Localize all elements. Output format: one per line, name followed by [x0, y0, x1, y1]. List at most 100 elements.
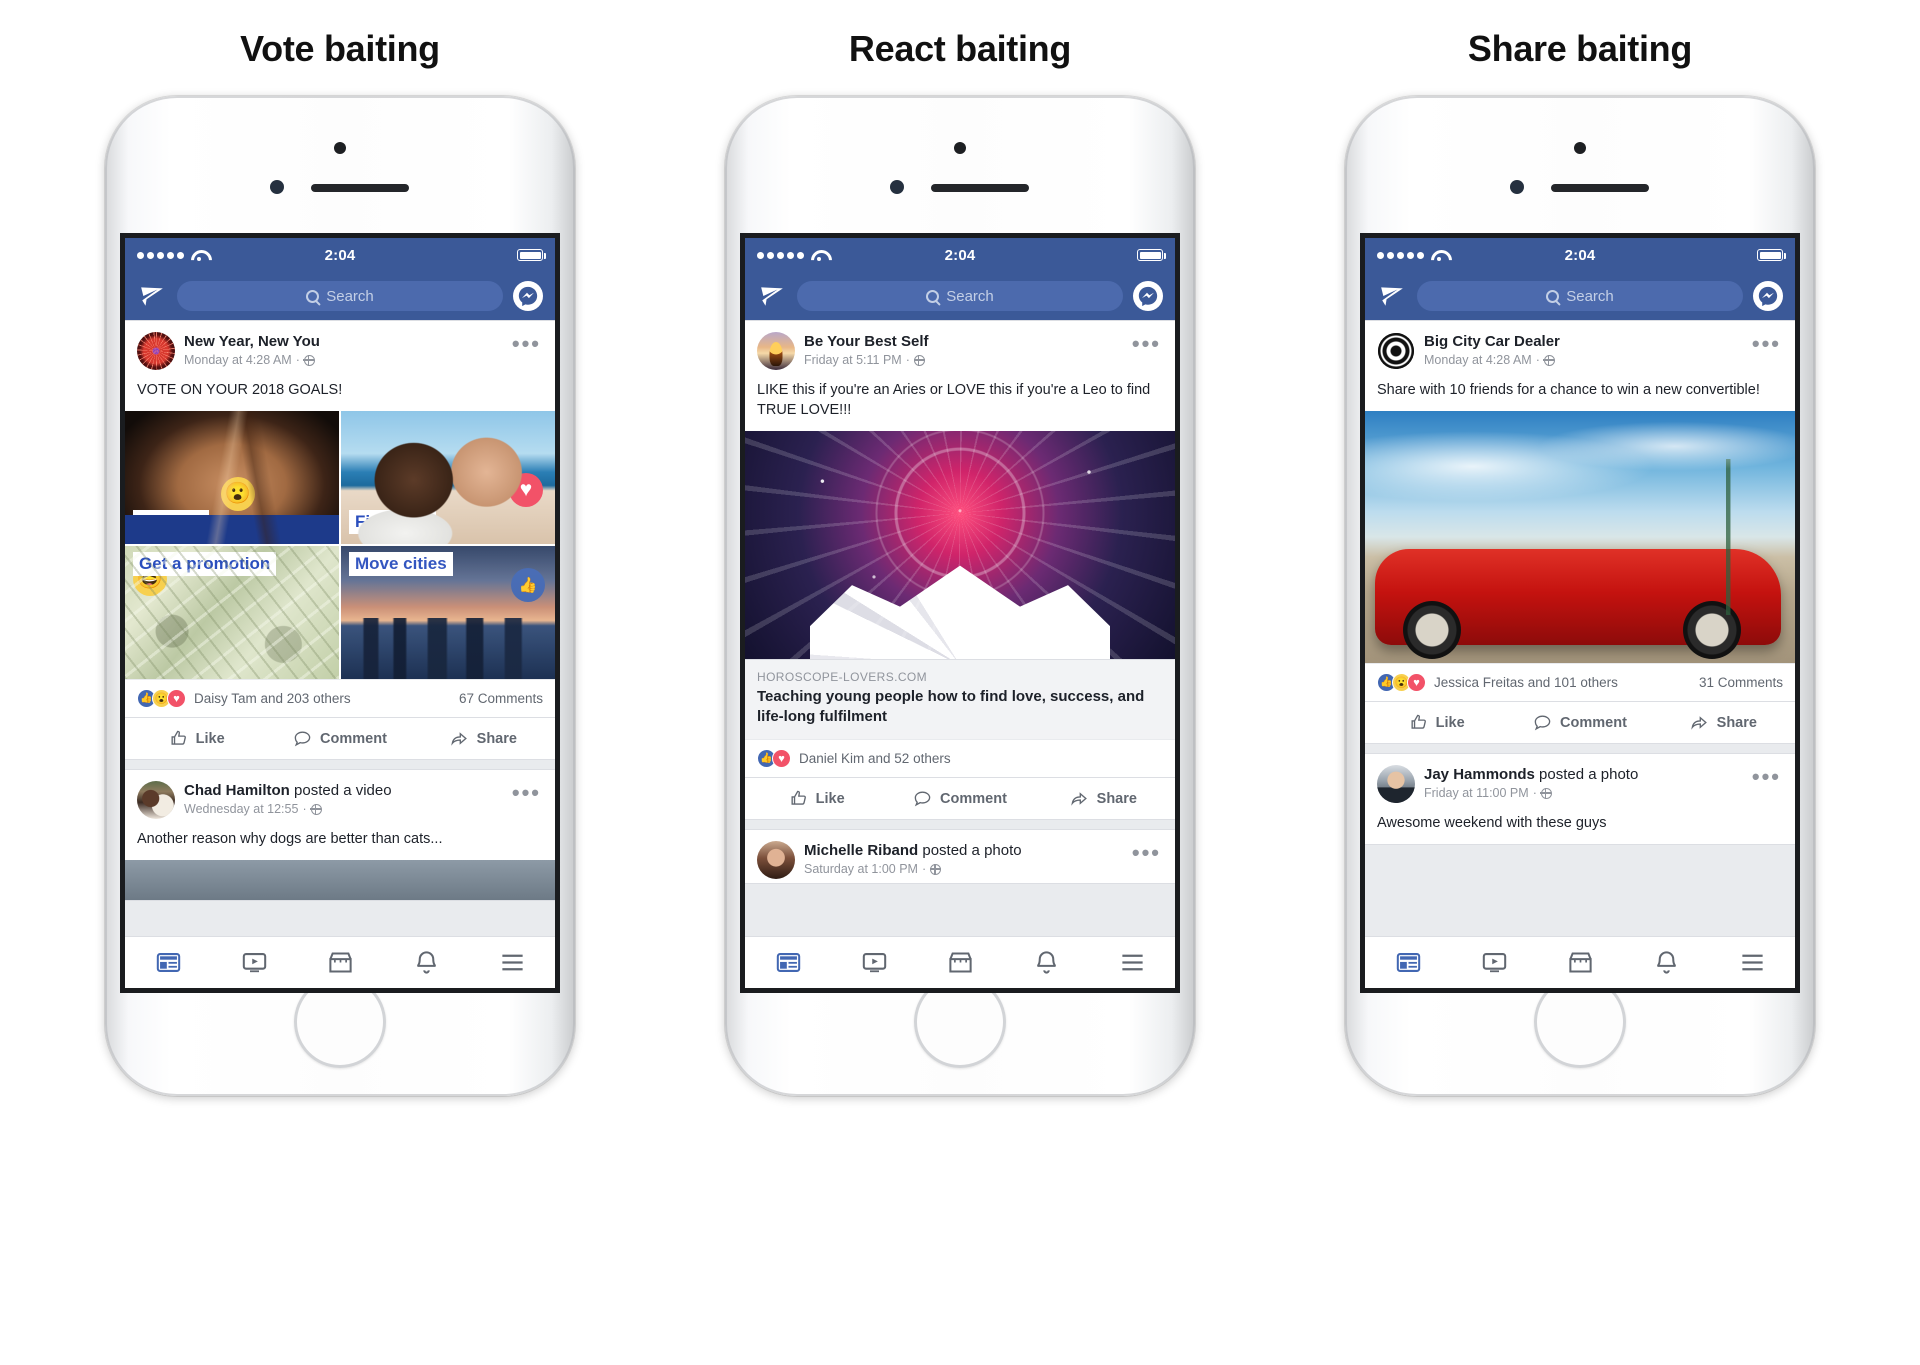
share-button[interactable]: Share [1032, 778, 1175, 819]
vote-tile[interactable]: ♥ Find love [341, 411, 555, 544]
reactor-names[interactable]: Daniel Kim and 52 others [799, 751, 1155, 766]
tab-menu[interactable] [1709, 949, 1795, 976]
home-button[interactable] [294, 976, 386, 1068]
post-card: Be Your Best Self Friday at 5:11 PM · ••… [745, 320, 1175, 820]
post-menu-button[interactable]: ••• [1752, 766, 1781, 788]
vote-tile[interactable]: 😆 Get a promotion [125, 546, 339, 679]
search-input[interactable]: Search [1417, 281, 1743, 311]
reaction-cluster[interactable]: 👍 😮 ♥ [1377, 673, 1426, 692]
avatar[interactable] [757, 841, 795, 879]
post-author[interactable]: Michelle Riband posted a photo [804, 842, 1163, 860]
post-timestamp-row: Saturday at 1:00 PM · [804, 861, 1163, 878]
home-button[interactable] [1534, 976, 1626, 1068]
like-button[interactable]: Like [1365, 702, 1508, 743]
reaction-cluster[interactable]: 👍 😮 ♥ [137, 689, 186, 708]
reactor-names[interactable]: Daisy Tam and 203 others [194, 691, 451, 706]
post-video-thumbnail[interactable] [125, 860, 555, 900]
news-feed[interactable]: New Year, New You Monday at 4:28 AM · ••… [125, 320, 555, 936]
tab-menu[interactable] [1089, 949, 1175, 976]
phone-screen: 2:04 Search [125, 238, 555, 988]
like-button[interactable]: Like [745, 778, 888, 819]
comment-button[interactable]: Comment [888, 778, 1031, 819]
post-text: LIKE this if you're an Aries or LOVE thi… [757, 382, 1151, 418]
paper-plane-icon[interactable] [137, 283, 167, 309]
link-preview-card[interactable]: HOROSCOPE-LOVERS.COM Teaching young peop… [745, 659, 1175, 739]
post-image[interactable] [1365, 411, 1795, 663]
reaction-cluster[interactable]: 👍 ♥ [757, 749, 791, 768]
post-menu-button[interactable]: ••• [512, 782, 541, 804]
post-actions: Like Comment Share [1365, 701, 1795, 743]
post-author[interactable]: New Year, New You [184, 333, 543, 351]
post-card: Michelle Riband posted a photo Saturday … [745, 829, 1175, 884]
engagement-bar: 👍 😮 ♥ Jessica Freitas and 101 others 31 … [1365, 663, 1795, 701]
tab-watch[interactable] [211, 949, 297, 976]
news-feed[interactable]: Be Your Best Self Friday at 5:11 PM · ••… [745, 320, 1175, 936]
reactor-names[interactable]: Jessica Freitas and 101 others [1434, 675, 1691, 690]
tab-notifications[interactable] [383, 949, 469, 976]
tab-news-feed[interactable] [125, 949, 211, 976]
search-input[interactable]: Search [177, 281, 503, 311]
post-card: New Year, New You Monday at 4:28 AM · ••… [125, 320, 555, 760]
post-meta: Big City Car Dealer Monday at 4:28 AM · [1424, 332, 1783, 369]
post-author[interactable]: Big City Car Dealer [1424, 333, 1783, 351]
phone-device: 2:04 Search [105, 96, 575, 1096]
post-card: Chad Hamilton posted a video Wednesday a… [125, 769, 555, 901]
comment-count[interactable]: 31 Comments [1699, 675, 1783, 690]
comment-button[interactable]: Comment [268, 718, 411, 759]
tab-marketplace[interactable] [1537, 949, 1623, 976]
post-menu-button[interactable]: ••• [1752, 333, 1781, 355]
home-button[interactable] [914, 976, 1006, 1068]
post-image[interactable] [745, 431, 1175, 659]
post-actions: Like Comment Share [125, 717, 555, 759]
search-icon [926, 289, 940, 303]
tab-news-feed[interactable] [1365, 949, 1451, 976]
thumbs-up-icon [791, 790, 806, 805]
bell-icon [1036, 951, 1056, 974]
post-text: VOTE ON YOUR 2018 GOALS! [137, 382, 343, 398]
paper-plane-icon[interactable] [757, 283, 787, 309]
like-button[interactable]: Like [125, 718, 268, 759]
post-timestamp-row: Friday at 11:00 PM · [1424, 785, 1783, 802]
tab-watch[interactable] [831, 949, 917, 976]
comment-label: Comment [320, 730, 387, 747]
vote-tile[interactable]: 😮 Be fitter [125, 411, 339, 544]
avatar[interactable] [757, 332, 795, 370]
reaction-love-icon: ♥ [772, 749, 791, 768]
tab-marketplace[interactable] [297, 949, 383, 976]
search-input[interactable]: Search [797, 281, 1123, 311]
avatar[interactable] [137, 781, 175, 819]
messenger-button[interactable] [1133, 281, 1163, 311]
avatar[interactable] [1377, 332, 1415, 370]
messenger-icon [1758, 286, 1778, 307]
like-label: Like [815, 790, 845, 807]
vote-tile[interactable]: 👍 Move cities [341, 546, 555, 679]
post-menu-button[interactable]: ••• [1132, 842, 1161, 864]
post-author[interactable]: Be Your Best Self [804, 333, 1163, 351]
tab-menu[interactable] [469, 949, 555, 976]
post-menu-button[interactable]: ••• [512, 333, 541, 355]
post-author[interactable]: Jay Hammonds posted a photo [1424, 766, 1783, 784]
marketplace-store-icon [328, 952, 352, 973]
search-icon [1546, 289, 1560, 303]
tab-news-feed[interactable] [745, 949, 831, 976]
messenger-button[interactable] [1753, 281, 1783, 311]
tab-watch[interactable] [1451, 949, 1537, 976]
paper-plane-icon[interactable] [1377, 283, 1407, 309]
reaction-wow-icon: 😮 [221, 477, 255, 511]
tab-notifications[interactable] [1623, 949, 1709, 976]
messenger-button[interactable] [513, 281, 543, 311]
tab-marketplace[interactable] [917, 949, 1003, 976]
avatar[interactable] [137, 332, 175, 370]
share-button[interactable]: Share [1652, 702, 1795, 743]
share-button[interactable]: Share [412, 718, 555, 759]
avatar[interactable] [1377, 765, 1415, 803]
tab-notifications[interactable] [1003, 949, 1089, 976]
proximity-sensor-icon [890, 180, 904, 194]
news-feed[interactable]: Big City Car Dealer Monday at 4:28 AM · … [1365, 320, 1795, 936]
comment-count[interactable]: 67 Comments [459, 691, 543, 706]
battery-icon [517, 249, 546, 261]
post-author[interactable]: Chad Hamilton posted a video [184, 782, 543, 800]
post-menu-button[interactable]: ••• [1132, 333, 1161, 355]
comment-button[interactable]: Comment [1508, 702, 1651, 743]
search-placeholder: Search [1566, 287, 1614, 305]
